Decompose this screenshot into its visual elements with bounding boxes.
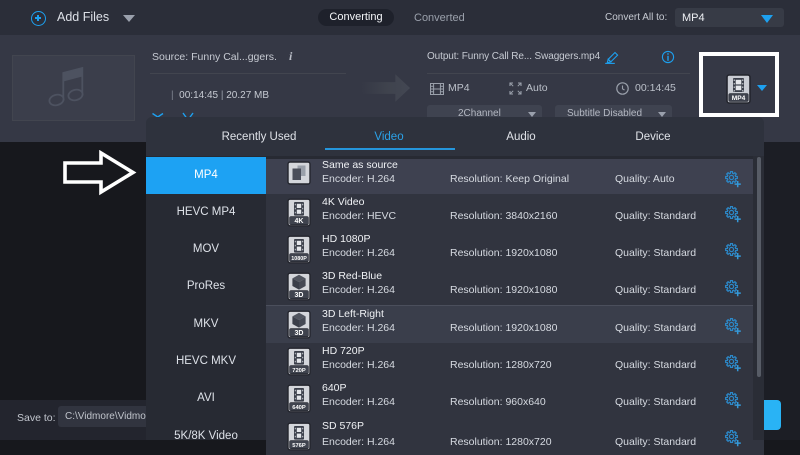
svg-text:4K: 4K [295, 218, 304, 225]
svg-text:640P: 640P [292, 405, 306, 411]
svg-text:576P: 576P [292, 443, 306, 449]
svg-text:MP4: MP4 [732, 95, 746, 102]
svg-text:720P: 720P [292, 368, 306, 374]
svg-text:1080P: 1080P [291, 256, 307, 262]
svg-text:3D: 3D [295, 330, 304, 337]
svg-text:3D: 3D [295, 293, 304, 300]
